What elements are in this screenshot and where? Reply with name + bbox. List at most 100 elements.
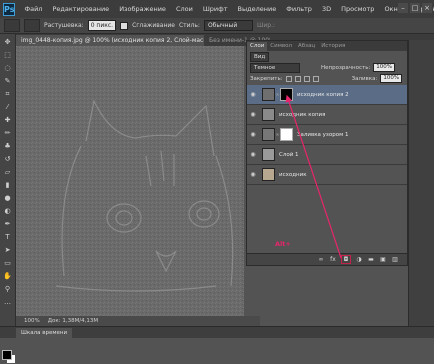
- dodge-tool-icon[interactable]: ◐: [2, 206, 13, 216]
- lock-position-icon[interactable]: [303, 75, 310, 82]
- marquee-tool-icon[interactable]: ⬚: [2, 50, 13, 60]
- layer-thumbnail: [262, 128, 275, 141]
- tab-history[interactable]: История: [318, 42, 348, 51]
- crop-tool-icon[interactable]: ⌗: [2, 89, 13, 99]
- layer-row-source[interactable]: ◉ исходник: [247, 165, 407, 185]
- menu-image[interactable]: Изображение: [114, 5, 171, 13]
- menu-type[interactable]: Шрифт: [198, 5, 233, 13]
- visibility-eye-icon[interactable]: ◉: [247, 111, 259, 118]
- maximize-button[interactable]: □: [410, 3, 420, 13]
- fx-icon[interactable]: fx: [329, 256, 337, 263]
- close-button[interactable]: ×: [422, 3, 432, 13]
- tab-paragraph[interactable]: Абзац: [295, 42, 318, 51]
- minimize-button[interactable]: –: [398, 3, 408, 13]
- marquee-preset-icon[interactable]: [4, 19, 20, 32]
- new-layer-icon[interactable]: ▣: [379, 256, 387, 263]
- layer-name: Слой 1: [279, 151, 299, 158]
- quick-select-tool-icon[interactable]: ✎: [2, 76, 13, 86]
- tab-active-document[interactable]: img_0448-копия.jpg @ 100% (исходник копи…: [16, 35, 204, 46]
- menu-filter[interactable]: Фильтр: [281, 5, 317, 13]
- menu-edit[interactable]: Редактирование: [47, 5, 114, 13]
- layers-panel: Слои Символ Абзац История Вид Темное Неп…: [246, 40, 408, 266]
- layer-name: Заливка узором 1: [297, 131, 349, 138]
- options-bar: Растушевка: 0 пикс. Сглаживание Стиль: О…: [0, 18, 434, 34]
- menu-file[interactable]: Файл: [19, 5, 47, 13]
- lasso-tool-icon[interactable]: ◌: [2, 63, 13, 73]
- tab-character[interactable]: Символ: [267, 42, 295, 51]
- visibility-eye-icon[interactable]: ◉: [247, 131, 259, 138]
- layer-row-layer-1[interactable]: ◉ Слой 1: [247, 145, 407, 165]
- visibility-eye-icon[interactable]: ◉: [247, 91, 259, 98]
- feather-label: Растушевка:: [44, 22, 84, 29]
- panel-tabs: Слои Символ Абзац История: [247, 41, 407, 51]
- canvas-image: [16, 46, 244, 316]
- layer-row-source-copy-2[interactable]: ◉ ∞ исходник копия 2: [247, 85, 407, 105]
- layer-thumbnail: [262, 108, 275, 121]
- kind-filter-select[interactable]: Вид: [250, 51, 270, 62]
- lock-row: Закрепить: Заливка: 100%: [247, 73, 407, 84]
- layers-panel-footer: ∞ fx ◘ ◑ ▬ ▣ ▥: [247, 253, 407, 265]
- move-tool-icon[interactable]: ✥: [2, 37, 13, 47]
- gradient-tool-icon[interactable]: ▮: [2, 180, 13, 190]
- blend-row: Темное Непрозрачность: 100%: [247, 62, 407, 73]
- history-brush-tool-icon[interactable]: ↺: [2, 154, 13, 164]
- path-select-tool-icon[interactable]: ➤: [2, 245, 13, 255]
- healing-tool-icon[interactable]: ✚: [2, 115, 13, 125]
- menu-3d[interactable]: 3D: [317, 5, 336, 13]
- layer-mask-thumbnail[interactable]: [280, 88, 293, 101]
- layers-list: ◉ ∞ исходник копия 2 ◉ исходник копия ◉ …: [247, 85, 407, 185]
- menu-view[interactable]: Просмотр: [336, 5, 379, 13]
- extra-tools-icon[interactable]: …: [2, 297, 13, 307]
- type-tool-icon[interactable]: T: [2, 232, 13, 242]
- menu-select[interactable]: Выделение: [233, 5, 282, 13]
- document-canvas[interactable]: [16, 46, 244, 316]
- brush-tool-icon[interactable]: ✏: [2, 128, 13, 138]
- document-size: Док: 1,38M/4,13M: [47, 318, 99, 324]
- link-layers-icon[interactable]: ∞: [317, 256, 325, 263]
- blur-tool-icon[interactable]: ●: [2, 193, 13, 203]
- pen-tool-icon[interactable]: ✒: [2, 219, 13, 229]
- layer-row-pattern-fill[interactable]: ◉ ∞ Заливка узором 1: [247, 125, 407, 145]
- visibility-eye-icon[interactable]: ◉: [247, 151, 259, 158]
- blend-mode-select[interactable]: Темное: [250, 62, 300, 73]
- lock-label: Закрепить:: [250, 75, 283, 82]
- layer-thumbnail: [262, 148, 275, 161]
- antialias-checkbox[interactable]: [120, 21, 129, 30]
- add-mask-icon[interactable]: ◘: [341, 255, 351, 264]
- new-group-icon[interactable]: ▬: [367, 256, 375, 263]
- foreground-color-swatch[interactable]: [2, 350, 12, 360]
- lock-pixels-icon[interactable]: [294, 75, 301, 82]
- opacity-input[interactable]: 100%: [373, 63, 396, 72]
- style-select[interactable]: Обычный: [203, 20, 253, 31]
- layer-row-source-copy[interactable]: ◉ исходник копия: [247, 105, 407, 125]
- fill-label: Заливка:: [351, 75, 378, 82]
- zoom-tool-icon[interactable]: ⚲: [2, 284, 13, 294]
- timeline-bar: Шкала времени: [0, 326, 434, 338]
- width-label: Шир.:: [256, 22, 276, 29]
- layer-name: исходник: [279, 171, 307, 178]
- opacity-label: Непрозрачность:: [321, 64, 371, 71]
- menu-layers[interactable]: Слои: [171, 5, 198, 13]
- adjustment-layer-icon[interactable]: ◑: [355, 256, 363, 263]
- eyedropper-tool-icon[interactable]: ⁄: [2, 102, 13, 112]
- antialias-label: Сглаживание: [132, 22, 175, 29]
- fill-input[interactable]: 100%: [380, 74, 403, 83]
- eraser-tool-icon[interactable]: ▱: [2, 167, 13, 177]
- shape-tool-icon[interactable]: ▭: [2, 258, 13, 268]
- status-bar: 100% Док: 1,38M/4,13M: [16, 316, 260, 326]
- selection-mode-icon[interactable]: [24, 19, 40, 32]
- stamp-tool-icon[interactable]: ♣: [2, 141, 13, 151]
- timeline-tab[interactable]: Шкала времени: [16, 327, 73, 338]
- style-label: Стиль:: [178, 22, 200, 29]
- layer-thumbnail: [262, 168, 275, 181]
- feather-input[interactable]: 0 пикс.: [87, 20, 117, 31]
- lock-transparency-icon[interactable]: [285, 75, 292, 82]
- tab-layers[interactable]: Слои: [247, 42, 268, 51]
- layer-mask-thumbnail[interactable]: [280, 128, 293, 141]
- lock-all-icon[interactable]: [312, 75, 319, 82]
- zoom-level[interactable]: 100%: [24, 318, 40, 324]
- tools-panel: ✥ ⬚ ◌ ✎ ⌗ ⁄ ✚ ✏ ♣ ↺ ▱ ▮ ● ◐ ✒ T ➤ ▭ ✋ ⚲ …: [0, 34, 16, 364]
- trash-icon[interactable]: ▥: [391, 256, 399, 263]
- visibility-eye-icon[interactable]: ◉: [247, 171, 259, 178]
- hand-tool-icon[interactable]: ✋: [2, 271, 13, 281]
